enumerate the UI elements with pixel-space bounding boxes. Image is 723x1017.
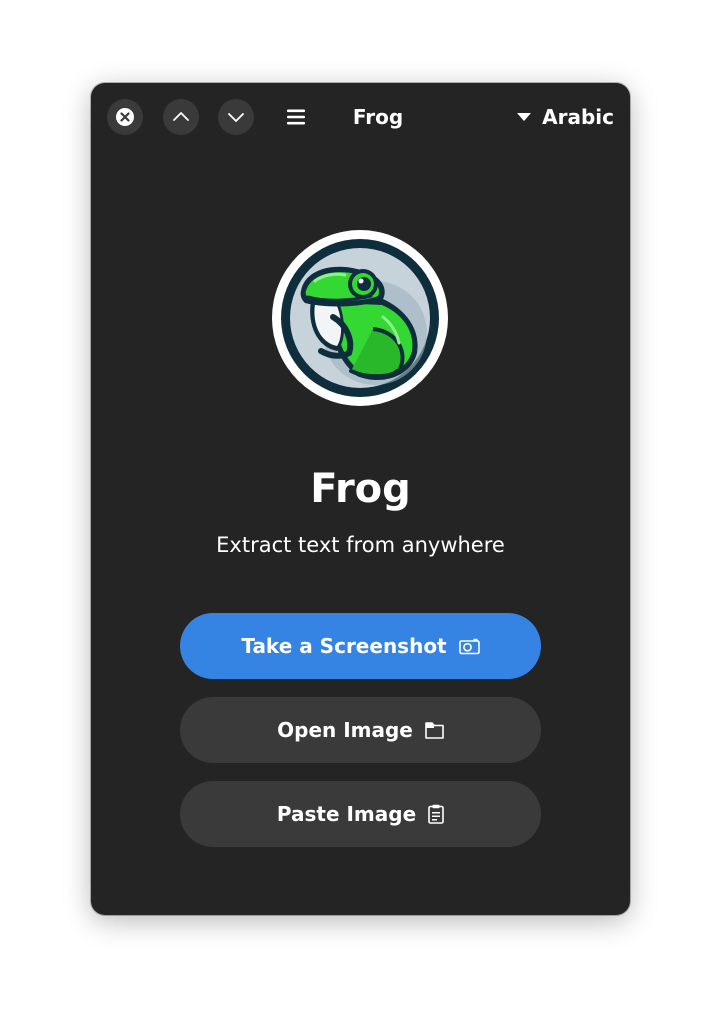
caret-down-icon bbox=[517, 113, 532, 121]
close-icon bbox=[116, 108, 134, 126]
take-screenshot-button[interactable]: Take a Screenshot bbox=[180, 613, 541, 679]
close-button[interactable] bbox=[107, 99, 143, 135]
camera-icon bbox=[458, 638, 480, 654]
open-image-button[interactable]: Open Image bbox=[180, 697, 541, 763]
take-screenshot-label: Take a Screenshot bbox=[241, 634, 447, 658]
open-image-label: Open Image bbox=[277, 718, 413, 742]
header-bar: Frog Arabic bbox=[91, 83, 630, 151]
paste-image-button[interactable]: Paste Image bbox=[180, 781, 541, 847]
app-name: Frog bbox=[310, 466, 411, 512]
chevron-up-icon bbox=[173, 112, 189, 121]
frog-logo bbox=[272, 230, 448, 406]
main-menu-button[interactable] bbox=[278, 99, 314, 135]
paste-image-label: Paste Image bbox=[276, 802, 417, 826]
chevron-down-icon bbox=[228, 113, 244, 122]
language-dropdown[interactable]: Arabic bbox=[516, 101, 614, 133]
clipboard-icon bbox=[428, 804, 444, 824]
language-label: Arabic bbox=[542, 105, 614, 129]
next-button[interactable] bbox=[218, 99, 254, 135]
previous-button[interactable] bbox=[163, 99, 199, 135]
window-title: Frog bbox=[352, 105, 404, 129]
app-tagline: Extract text from anywhere bbox=[216, 533, 505, 557]
folder-icon bbox=[425, 722, 444, 739]
hamburger-menu-icon bbox=[287, 109, 305, 125]
app-window: Frog Arabic Frog Extract text from anywh… bbox=[91, 83, 630, 915]
